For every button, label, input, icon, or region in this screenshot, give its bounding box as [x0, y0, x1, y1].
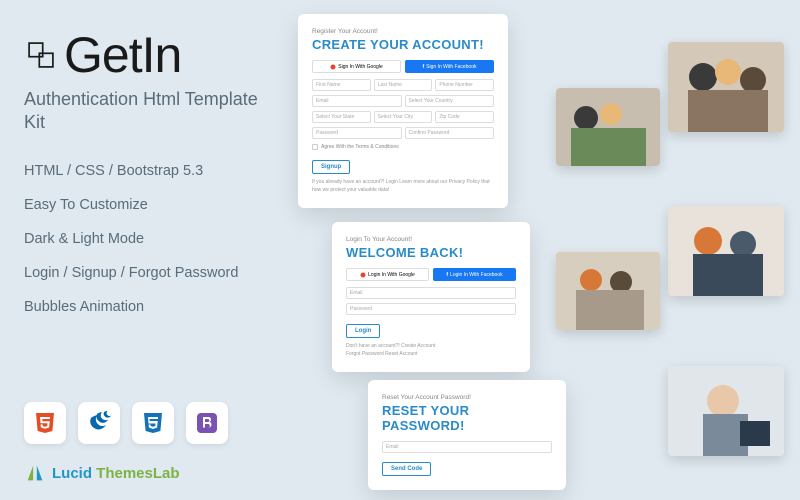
reset-title: RESET YOUR PASSWORD! — [382, 403, 552, 433]
feature-item: Login / Signup / Forgot Password — [24, 265, 274, 281]
state-select[interactable]: Select Your State — [312, 111, 371, 123]
login-subtitle: Login To Your Account! — [346, 236, 516, 243]
brand-name: GetIn — [64, 26, 181, 84]
reset-email-field[interactable]: Email — [382, 441, 552, 453]
phone-field[interactable]: Phone Number — [435, 79, 494, 91]
login-password-field[interactable]: Password — [346, 303, 516, 315]
photo-collage — [540, 0, 800, 500]
brand-logo: GetIn — [24, 26, 274, 84]
feature-list: HTML / CSS / Bootstrap 5.3 Easy To Custo… — [24, 163, 274, 315]
login-button[interactable]: Login — [346, 324, 380, 338]
signup-subtitle: Register Your Account! — [312, 28, 494, 35]
login-title: WELCOME BACK! — [346, 245, 516, 260]
feature-item: Easy To Customize — [24, 197, 274, 213]
css3-icon — [132, 402, 174, 444]
photo-team-2 — [556, 88, 660, 166]
html5-icon — [24, 402, 66, 444]
bootstrap-icon — [186, 402, 228, 444]
feature-item: HTML / CSS / Bootstrap 5.3 — [24, 163, 274, 179]
google-login-button[interactable]: Login In With Google — [346, 268, 429, 281]
confirm-password-field[interactable]: Confirm Password — [405, 127, 495, 139]
password-field[interactable]: Password — [312, 127, 402, 139]
tech-badges — [24, 402, 228, 444]
reset-subtitle: Reset Your Account Password! — [382, 394, 552, 401]
subtitle: Authentication Html Template Kit — [24, 88, 274, 135]
signup-button[interactable]: Signup — [312, 160, 350, 174]
facebook-login-button[interactable]: fLogin In With Facebook — [433, 268, 516, 281]
reset-card: Reset Your Account Password! RESET YOUR … — [368, 380, 566, 490]
jquery-icon — [78, 402, 120, 444]
signup-footer: If you already have an account?! Login L… — [312, 179, 494, 194]
last-name-field[interactable]: Last Name — [374, 79, 433, 91]
country-select[interactable]: Select Your Country — [405, 95, 495, 107]
email-field[interactable]: Email — [312, 95, 402, 107]
feature-item: Bubbles Animation — [24, 299, 274, 315]
city-select[interactable]: Select Your City — [374, 111, 433, 123]
login-card: Login To Your Account! WELCOME BACK! Log… — [332, 222, 530, 372]
photo-team-4 — [556, 252, 660, 330]
photo-team-1 — [668, 42, 784, 132]
zip-field[interactable]: Zip Code — [435, 111, 494, 123]
getin-logo-icon — [24, 38, 58, 72]
photo-team-3 — [668, 206, 784, 296]
signup-card: Register Your Account! CREATE YOUR ACCOU… — [298, 14, 508, 208]
login-email-field[interactable]: Email — [346, 287, 516, 299]
terms-checkbox[interactable]: Agree With the Terms & Conditions — [312, 144, 494, 150]
vendor-icon — [24, 462, 46, 484]
login-footer: Don't have an account?! Create AccountFo… — [346, 343, 516, 358]
vendor-name: Lucid ThemesLab — [52, 465, 180, 482]
send-code-button[interactable]: Send Code — [382, 462, 431, 476]
google-signup-button[interactable]: Sign In With Google — [312, 60, 401, 73]
first-name-field[interactable]: First Name — [312, 79, 371, 91]
signup-title: CREATE YOUR ACCOUNT! — [312, 37, 494, 52]
vendor-logo: Lucid ThemesLab — [24, 462, 180, 484]
facebook-signup-button[interactable]: fSign In With Facebook — [405, 60, 494, 73]
photo-person — [668, 366, 784, 456]
feature-item: Dark & Light Mode — [24, 231, 274, 247]
